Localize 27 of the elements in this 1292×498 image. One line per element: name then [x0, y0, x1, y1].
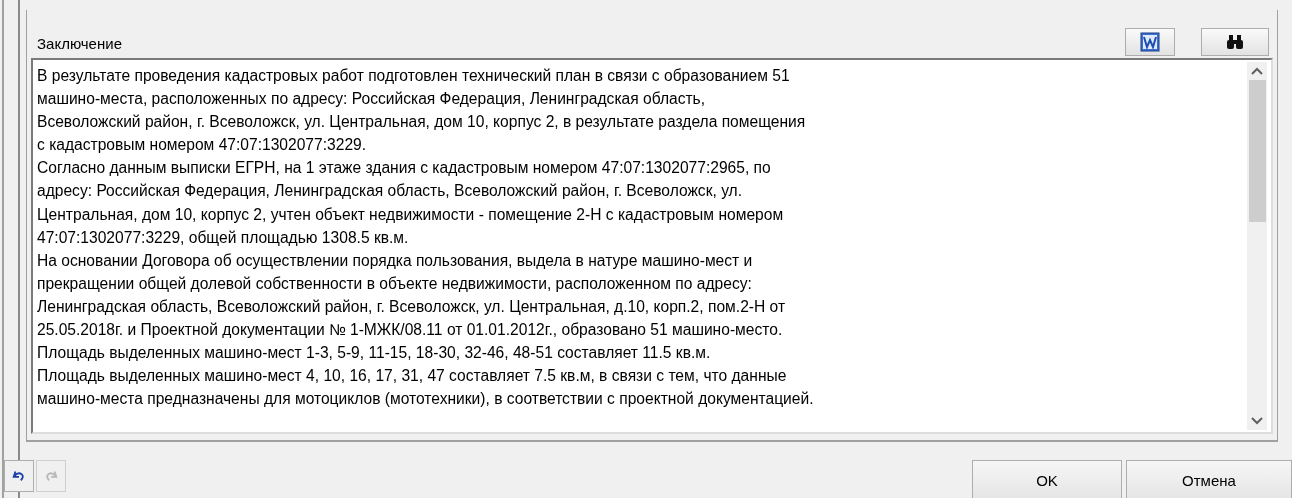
cancel-button[interactable]: Отмена [1126, 460, 1292, 498]
ok-button[interactable]: OK [972, 460, 1122, 498]
word-export-button[interactable] [1125, 28, 1175, 56]
undo-button[interactable] [4, 460, 34, 492]
text-line: Всеволожский район, г. Всеволожск, ул. Центральная, дом 10, корпус 2, в результате раздела помещения [37, 112, 807, 133]
text-line: Согласно данным выписки ЕГРН, на 1 этаже здания с кадастровым номером 47:07:1302077:2965, по [37, 158, 772, 179]
text-line: На основании Договора об осуществлении порядка пользования, выдела в натуре машино-мест и [37, 250, 754, 271]
document-icon [1140, 32, 1160, 52]
section-label: Заключение [37, 33, 123, 52]
binoculars-icon [1225, 34, 1245, 50]
vertical-scrollbar[interactable] [1247, 62, 1267, 430]
scroll-up-icon[interactable] [1251, 67, 1263, 75]
text-line: машино-места, расположенных по адресу: Российская Федерация, Ленинградская область, [37, 89, 707, 110]
text-line: В результате проведения кадастровых работ подготовлен технический план в связи с образованием 51 [37, 66, 791, 86]
text-line: адресу: Российская Федерация, Ленинградская область, Всеволожский район, г. Всеволожск, ул. [37, 181, 744, 202]
text-line: машино-места предназначены для мотоциклов (мототехники), в соответствии с проектной документацией. [37, 389, 815, 410]
conclusion-text-area[interactable] [31, 58, 1273, 434]
text-line: 47:07:1302077:3229, общей площадью 1308.5 кв.м. [37, 227, 410, 248]
text-line: 25.05.2018г. и Проектной документации № 1-МЖК/08.11 от 01.01.2012г., образовано 51 машино-место. [37, 320, 784, 341]
scroll-down-icon[interactable] [1251, 417, 1263, 425]
text-line: прекращении общей долевой собственности в объекте недвижимости, расположенном по адресу: [37, 273, 753, 294]
text-line: с кадастровым номером 47:07:1302077:3229. [37, 135, 368, 156]
search-button[interactable] [1201, 28, 1269, 56]
text-line: Ленинградская область, Всеволожский район, г. Всеволожск, ул. Центральная, д.10, корп.2, пом.2-Н от [37, 296, 787, 317]
text-line: Центральная, дом 10, корпус 2, учтен объект недвижимости - помещение 2-Н с кадастровым номером [37, 204, 785, 225]
text-line: Площадь выделенных машино-мест 4, 10, 16, 17, 31, 47 составляет 7.5 кв.м, в связи с тем, что данные [37, 366, 788, 387]
text-line: Площадь выделенных машино-мест 1-3, 5-9, 11-15, 18-30, 32-46, 48-51 составляет 11.5 кв.м. [37, 343, 712, 364]
